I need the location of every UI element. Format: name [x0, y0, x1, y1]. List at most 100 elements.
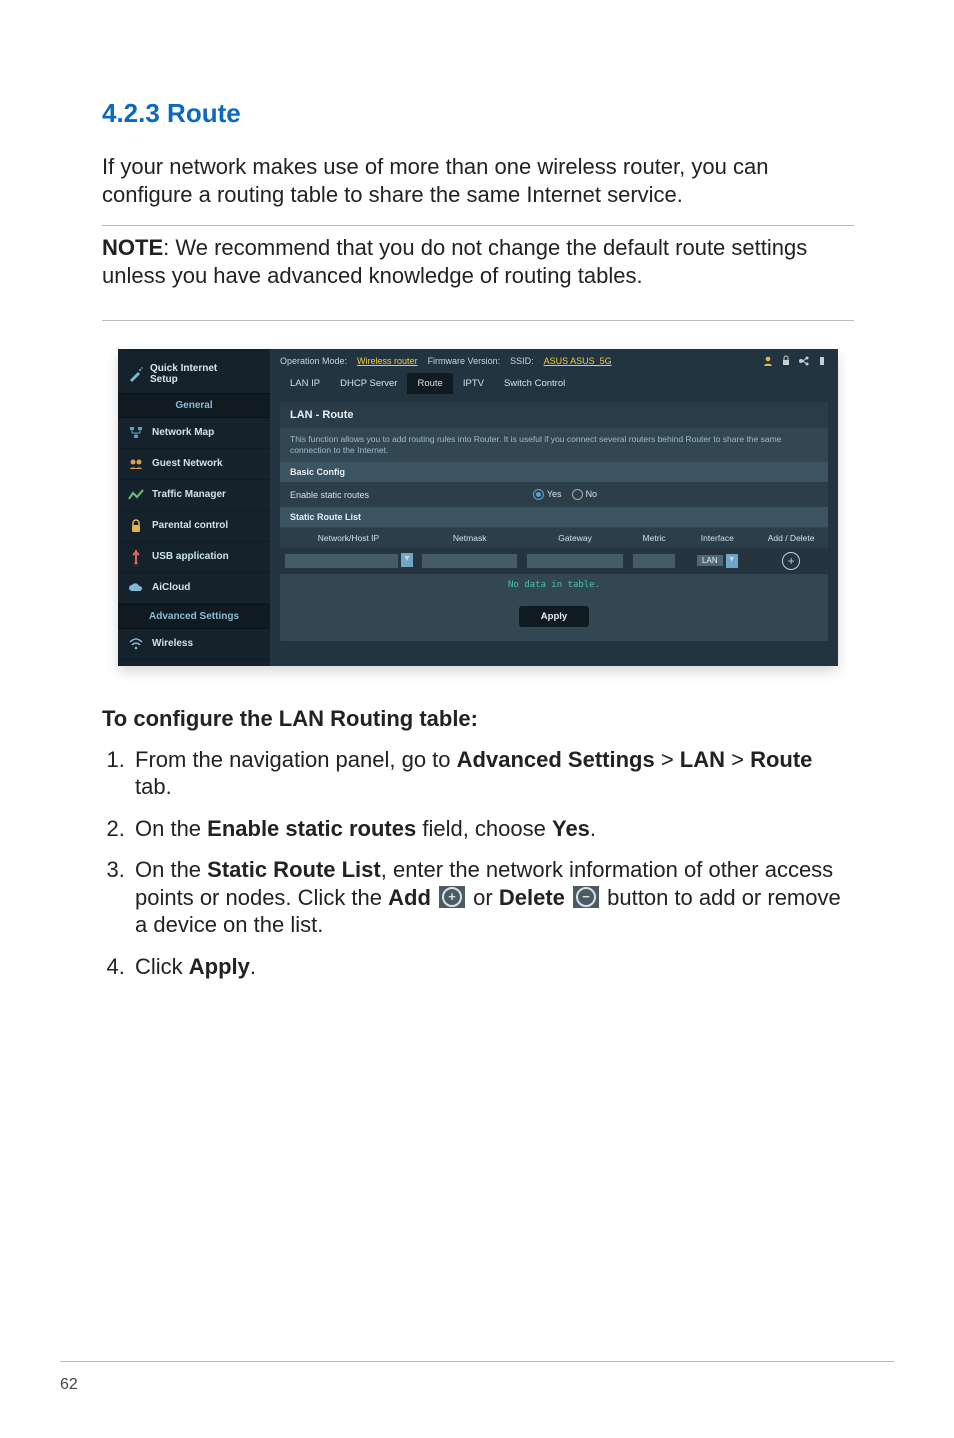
sidebar-item-guest-network[interactable]: Guest Network — [118, 449, 270, 480]
step-2: On the Enable static routes field, choos… — [131, 815, 854, 843]
sidebar-header-advanced: Advanced Settings — [118, 604, 270, 629]
radio-yes[interactable]: Yes — [533, 489, 562, 500]
tab-route[interactable]: Route — [407, 373, 452, 394]
metric-input[interactable] — [632, 553, 677, 569]
dropdown-icon[interactable]: ▾ — [401, 553, 413, 567]
traffic-manager-icon — [128, 487, 144, 503]
step-text: or — [473, 885, 499, 910]
tab-dhcp-server[interactable]: DHCP Server — [330, 373, 407, 394]
tab-iptv[interactable]: IPTV — [453, 373, 494, 394]
sidebar: Quick Internet Setup General Network Map… — [118, 349, 270, 666]
lan-route-panel: LAN - Route This function allows you to … — [280, 402, 828, 641]
note-label: NOTE — [102, 235, 163, 260]
sidebar-item-traffic-manager[interactable]: Traffic Manager — [118, 480, 270, 511]
lock-icon[interactable] — [780, 355, 792, 367]
col-gateway: Gateway — [522, 528, 627, 548]
dropdown-icon[interactable]: ▾ — [726, 554, 738, 568]
static-route-list-header: Static Route List — [280, 507, 828, 527]
usb-icon — [128, 549, 144, 565]
sidebar-item-label: Traffic Manager — [152, 489, 226, 500]
enable-static-routes-label: Enable static routes — [290, 490, 533, 500]
add-icon: + — [439, 886, 465, 908]
sidebar-item-wireless[interactable]: Wireless — [118, 629, 270, 660]
panel-desc: This function allows you to add routing … — [280, 428, 828, 462]
content-area: Operation Mode: Wireless router Firmware… — [270, 349, 838, 666]
sidebar-item-label: AiCloud — [152, 582, 190, 593]
intro-paragraph: If your network makes use of more than o… — [102, 153, 854, 209]
footer-rule — [60, 1361, 894, 1362]
wifi-icon — [128, 636, 144, 652]
step-4: Click Apply. — [131, 953, 854, 981]
page-number: 62 — [60, 1376, 78, 1394]
step-3: On the Static Route List, enter the netw… — [131, 856, 854, 939]
note-rule-bottom — [102, 320, 854, 321]
sidebar-item-usb-application[interactable]: USB application — [118, 542, 270, 573]
strong-lan: LAN — [680, 747, 725, 772]
step-1: From the navigation panel, go to Advance… — [131, 746, 854, 801]
strong-delete: Delete — [499, 885, 565, 910]
note-box: NOTE: We recommend that you do not chang… — [102, 232, 854, 291]
quick-internet-setup[interactable]: Quick Internet Setup — [118, 355, 270, 393]
network-host-ip-input[interactable] — [284, 553, 399, 569]
radio-no[interactable]: No — [572, 489, 598, 500]
tower-icon[interactable] — [816, 355, 828, 367]
sidebar-item-label: Network Map — [152, 427, 214, 438]
strong-apply: Apply — [189, 954, 250, 979]
netmask-input[interactable] — [421, 553, 518, 569]
tab-lan-ip[interactable]: LAN IP — [280, 373, 330, 394]
qis-label-1: Quick Internet — [150, 363, 217, 374]
sidebar-item-aicloud[interactable]: AiCloud — [118, 573, 270, 604]
sidebar-item-label: Wireless — [152, 638, 193, 649]
step-text: From the navigation panel, go to — [135, 747, 457, 772]
gateway-input[interactable] — [526, 553, 623, 569]
top-info-row: Operation Mode: Wireless router Firmware… — [270, 349, 838, 373]
delete-icon: − — [573, 886, 599, 908]
step-text: tab. — [135, 774, 172, 799]
interface-select[interactable]: LAN — [697, 555, 723, 566]
steps-list: From the navigation panel, go to Advance… — [102, 746, 854, 981]
strong-static-route-list: Static Route List — [207, 857, 381, 882]
apply-button[interactable]: Apply — [519, 606, 589, 627]
network-map-icon — [128, 425, 144, 441]
sidebar-item-parental-control[interactable]: Parental control — [118, 511, 270, 542]
step-text: On the — [135, 816, 207, 841]
col-netmask: Netmask — [417, 528, 522, 548]
fw-label: Firmware Version: — [428, 356, 501, 366]
sidebar-item-label: Guest Network — [152, 458, 223, 469]
router-screenshot: Quick Internet Setup General Network Map… — [118, 349, 838, 666]
op-mode-link[interactable]: Wireless router — [357, 356, 418, 366]
col-add-delete: Add / Delete — [754, 528, 828, 548]
qis-label-2: Setup — [150, 374, 217, 385]
configure-subhead: To configure the LAN Routing table: — [102, 706, 854, 732]
interface-value: LAN — [702, 556, 718, 565]
panel-title: LAN - Route — [280, 402, 828, 428]
add-row-button[interactable]: + — [782, 552, 800, 570]
op-mode-label: Operation Mode: — [280, 356, 347, 366]
sidebar-item-network-map[interactable]: Network Map — [118, 418, 270, 449]
radio-yes-label: Yes — [547, 489, 562, 499]
col-interface: Interface — [680, 528, 754, 548]
user-icon[interactable] — [762, 355, 774, 367]
col-metric: Metric — [628, 528, 681, 548]
step-text: Click — [135, 954, 189, 979]
ssid-label: SSID: — [510, 356, 534, 366]
static-route-table: Network/Host IP Netmask Gateway Metric I… — [280, 528, 828, 596]
note-body: : We recommend that you do not change th… — [102, 235, 807, 288]
sidebar-item-label: USB application — [152, 551, 229, 562]
strong-yes: Yes — [552, 816, 590, 841]
step-text: > — [725, 747, 750, 772]
ssid-link[interactable]: ASUS ASUS_5G — [544, 356, 612, 366]
section-heading: 4.2.3 Route — [102, 98, 854, 129]
sidebar-item-label: Parental control — [152, 520, 228, 531]
tab-switch-control[interactable]: Switch Control — [494, 373, 575, 394]
note-rule-top — [102, 225, 854, 226]
basic-config-header: Basic Config — [280, 462, 828, 482]
no-data-text: No data in table. — [280, 574, 828, 596]
enable-static-routes-row: Enable static routes Yes No — [280, 482, 828, 507]
strong-route: Route — [750, 747, 812, 772]
step-text: field, choose — [416, 816, 552, 841]
strong-add: Add — [388, 885, 431, 910]
step-text: . — [590, 816, 596, 841]
parental-control-icon — [128, 518, 144, 534]
network-status-icon[interactable] — [798, 355, 810, 367]
